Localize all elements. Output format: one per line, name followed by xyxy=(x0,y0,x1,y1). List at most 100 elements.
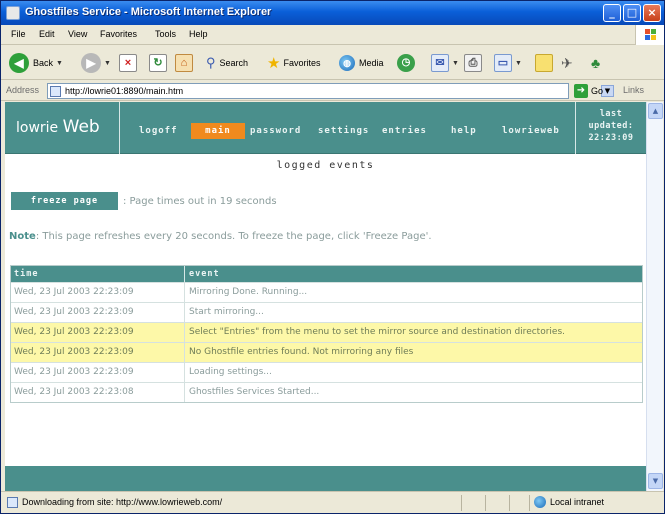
search-label: Search xyxy=(219,58,249,68)
table-row-highlighted: Wed, 23 Jul 2003 22:23:09 No Ghostfile e… xyxy=(11,342,642,362)
row-event: Select "Entries" from the menu to set th… xyxy=(189,327,565,337)
minimize-button[interactable]: _ xyxy=(603,4,621,22)
refresh-icon: ↻ xyxy=(149,54,167,72)
nav-settings[interactable]: settings xyxy=(318,123,369,139)
home-button[interactable]: ⌂ xyxy=(175,52,193,74)
row-event: Ghostfiles Services Started... xyxy=(189,387,320,397)
row-time: Wed, 23 Jul 2003 22:23:09 xyxy=(11,303,185,322)
close-button[interactable]: × xyxy=(643,4,661,22)
back-arrow-icon: ◀ xyxy=(9,53,29,73)
menu-tools[interactable]: Tools xyxy=(155,29,176,39)
print-icon: ⎙ xyxy=(464,54,482,72)
star-icon: ★ xyxy=(267,55,281,72)
nav-help[interactable]: help xyxy=(451,123,477,139)
scroll-up-icon[interactable]: ▲ xyxy=(648,103,663,119)
status-text: Downloading from site: http://www.lowrie… xyxy=(22,497,223,507)
brand-suffix: Web xyxy=(62,117,100,137)
site-logo[interactable]: lowrie Web xyxy=(5,102,120,154)
globe-icon: ◍ xyxy=(339,55,355,71)
row-event: Loading settings... xyxy=(189,367,272,377)
scroll-down-icon[interactable]: ▼ xyxy=(648,473,663,489)
chevron-down-icon: ▼ xyxy=(56,59,63,67)
chevron-down-icon: ▼ xyxy=(452,59,459,67)
menu-help[interactable]: Help xyxy=(189,29,208,39)
last-updated-time: 22:23:09 xyxy=(588,133,634,143)
table-row: Wed, 23 Jul 2003 22:23:09 Loading settin… xyxy=(11,362,642,382)
nav-logoff[interactable]: logoff xyxy=(139,123,178,139)
menu-favorites[interactable]: Favorites xyxy=(100,29,137,39)
page-title: logged events xyxy=(276,160,375,171)
note-label: Note xyxy=(9,231,36,242)
address-input[interactable]: http://lowrie01:8890/main.htm ▼ xyxy=(47,83,614,99)
freeze-page-button[interactable]: freeze page xyxy=(11,192,118,210)
column-header-time: time xyxy=(11,266,185,282)
edit-button[interactable]: ▭ ▼ xyxy=(494,52,522,74)
menu-edit[interactable]: Edit xyxy=(39,29,55,39)
history-button[interactable]: ◷ xyxy=(397,52,415,74)
vertical-scrollbar[interactable]: ▲ ▼ xyxy=(646,102,663,491)
search-button[interactable]: ⚲ Search xyxy=(206,52,248,74)
favorites-button[interactable]: ★ Favorites xyxy=(267,52,320,74)
print-button[interactable]: ⎙ xyxy=(464,52,482,74)
menu-file[interactable]: File xyxy=(11,29,26,39)
note-text: : This page refreshes every 20 seconds. … xyxy=(35,231,432,242)
links-button[interactable]: Links xyxy=(623,85,644,95)
nav-password[interactable]: password xyxy=(250,123,301,139)
globe-icon xyxy=(534,496,546,508)
row-event: Start mirroring... xyxy=(189,307,264,317)
site-header: lowrie Web logoff main password settings… xyxy=(5,102,646,154)
address-bar: Address http://lowrie01:8890/main.htm ▼ … xyxy=(1,81,664,101)
history-icon: ◷ xyxy=(397,54,415,72)
last-updated-label-2: updated: xyxy=(588,121,634,131)
page-content: lowrie Web logoff main password settings… xyxy=(5,102,646,491)
menu-bar: File Edit View Favorites Tools Help xyxy=(1,25,664,45)
nav-main[interactable]: main xyxy=(191,123,245,139)
go-arrow-icon: ➜ xyxy=(574,84,588,98)
row-time: Wed, 23 Jul 2003 22:23:09 xyxy=(11,363,185,382)
media-label: Media xyxy=(359,58,384,68)
brand-text: lowrie Web xyxy=(16,117,100,137)
refresh-button[interactable]: ↻ xyxy=(149,52,167,74)
research-button[interactable]: ♣ xyxy=(591,52,600,74)
go-button[interactable]: ➜ Go xyxy=(574,84,603,98)
table-row: Wed, 23 Jul 2003 22:23:08 Ghostfiles Ser… xyxy=(11,382,642,402)
title-bar[interactable]: Ghostfiles Service - Microsoft Internet … xyxy=(1,1,664,25)
column-header-event: event xyxy=(189,269,220,279)
go-label: Go xyxy=(591,86,604,96)
last-updated: last updated: 22:23:09 xyxy=(575,102,646,154)
status-divider xyxy=(461,495,462,511)
table-row-highlighted: Wed, 23 Jul 2003 22:23:09 Select "Entrie… xyxy=(11,322,642,342)
table-row: Wed, 23 Jul 2003 22:23:09 Mirroring Done… xyxy=(11,282,642,302)
security-zone[interactable]: Local intranet xyxy=(534,496,604,508)
stop-button[interactable]: × xyxy=(119,52,137,74)
media-button[interactable]: ◍ Media xyxy=(339,52,384,74)
discuss-button[interactable] xyxy=(535,52,553,74)
nav-entries[interactable]: entries xyxy=(382,123,427,139)
home-icon: ⌂ xyxy=(175,54,193,72)
back-button[interactable]: ◀ Back ▼ xyxy=(9,52,63,74)
browser-window: Ghostfiles Service - Microsoft Internet … xyxy=(0,0,665,514)
stop-icon: × xyxy=(119,54,137,72)
address-url[interactable]: http://lowrie01:8890/main.htm xyxy=(65,86,183,96)
status-divider xyxy=(529,495,530,511)
messenger-button[interactable]: ✈ xyxy=(561,52,573,74)
status-bar: Downloading from site: http://www.lowrie… xyxy=(1,491,664,513)
search-icon: ⚲ xyxy=(206,55,216,70)
page-icon xyxy=(50,86,61,97)
row-event: No Ghostfile entries found. Not mirrorin… xyxy=(189,347,414,357)
refresh-note: Note: This page refreshes every 20 secon… xyxy=(9,231,432,242)
menu-view[interactable]: View xyxy=(68,29,87,39)
row-event: Mirroring Done. Running... xyxy=(189,287,308,297)
status-divider xyxy=(485,495,486,511)
back-label: Back xyxy=(33,58,54,68)
mail-button[interactable]: ✉ ▼ xyxy=(431,52,459,74)
forward-button[interactable]: ▶ ▼ xyxy=(81,52,111,74)
window-title: Ghostfiles Service - Microsoft Internet … xyxy=(25,6,272,18)
favorites-label: Favorites xyxy=(283,58,321,68)
status-divider xyxy=(509,495,510,511)
maximize-button[interactable]: □ xyxy=(623,4,641,22)
nav-lowrieweb[interactable]: lowrieweb xyxy=(502,123,560,139)
site-footer xyxy=(5,466,646,491)
page-loading-icon xyxy=(7,497,18,508)
windows-logo-icon xyxy=(635,25,664,45)
